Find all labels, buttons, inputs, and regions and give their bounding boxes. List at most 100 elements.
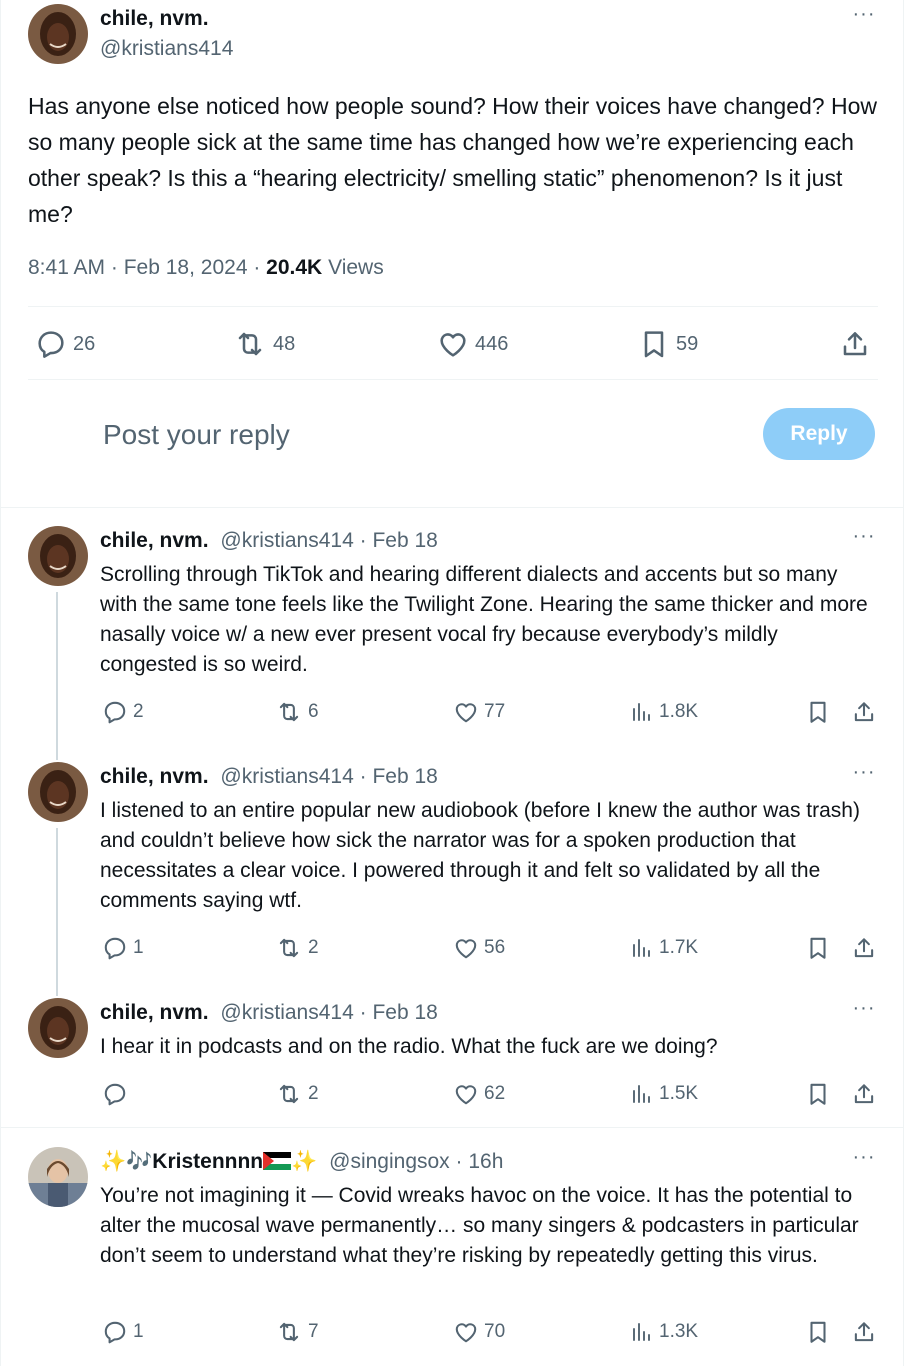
post-time[interactable]: Feb 18 — [372, 529, 437, 552]
author-name[interactable]: chile, nvm. — [100, 529, 209, 552]
reply-button[interactable]: 1 — [102, 1318, 144, 1346]
share-button[interactable] — [851, 1318, 877, 1346]
more-icon[interactable]: ··· — [851, 1147, 877, 1173]
thread-line — [56, 592, 58, 760]
views-icon — [633, 1323, 650, 1341]
like-icon — [455, 1323, 477, 1343]
post-time[interactable]: Feb 18 — [372, 765, 437, 788]
repost-count: 2 — [308, 1083, 319, 1104]
bookmark-icon — [644, 331, 664, 358]
repost-button[interactable]: 2 — [275, 934, 319, 962]
repost-icon — [279, 1084, 299, 1104]
bookmark-button[interactable]: 59 — [638, 328, 698, 360]
author-name[interactable]: chile, nvm. — [100, 765, 209, 788]
share-icon — [843, 332, 867, 356]
author-handle[interactable]: @kristians414 — [220, 765, 353, 788]
author-handle[interactable]: @kristians414 — [100, 36, 233, 62]
repost-count: 48 — [273, 332, 296, 355]
author-handle[interactable]: @kristians414 — [220, 1001, 353, 1024]
bookmark-button[interactable] — [805, 934, 831, 962]
like-button[interactable]: 56 — [453, 934, 505, 962]
views-button[interactable]: 1.8K — [629, 698, 698, 726]
reply-button[interactable]: 2 — [102, 698, 144, 726]
reply-count: 26 — [73, 332, 96, 355]
like-count: 62 — [484, 1083, 506, 1104]
reply-icon — [104, 701, 126, 724]
post-text: I listened to an entire popular new audi… — [100, 799, 860, 912]
reply-button[interactable]: 26 — [35, 328, 95, 360]
avatar[interactable] — [28, 526, 88, 586]
author-name[interactable]: chile, nvm. — [100, 1001, 209, 1024]
avatar[interactable] — [28, 4, 88, 64]
share-icon — [854, 1084, 874, 1104]
share-button[interactable] — [851, 1080, 877, 1108]
divider — [1, 1127, 904, 1128]
avatar[interactable] — [28, 1147, 88, 1207]
repost-button[interactable]: 7 — [275, 1318, 319, 1346]
author-handle[interactable]: @kristians414 — [220, 529, 353, 552]
bookmark-button[interactable] — [805, 1318, 831, 1346]
views-count: 1.7K — [659, 937, 699, 958]
post-meta: 8:41 AM · Feb 18, 2024 · 20.4K Views — [28, 256, 384, 279]
post-time[interactable]: Feb 18 — [372, 1001, 437, 1024]
repost-icon — [279, 702, 299, 722]
like-button[interactable]: 446 — [437, 328, 508, 360]
reply-submit-button[interactable]: Reply — [763, 408, 875, 460]
reply-icon — [104, 1321, 126, 1344]
views-count: 1.3K — [659, 1321, 699, 1342]
author-handle[interactable]: @singingsox — [329, 1150, 450, 1173]
post-time[interactable]: 16h — [468, 1150, 503, 1173]
author-name[interactable]: Kristennnn — [152, 1150, 263, 1173]
like-button[interactable]: 70 — [453, 1318, 505, 1346]
repost-button[interactable]: 2 — [275, 1080, 319, 1108]
share-button[interactable] — [851, 698, 877, 726]
reply-button[interactable]: 1 — [102, 934, 144, 962]
more-icon[interactable]: ··· — [851, 762, 877, 788]
repost-icon — [279, 1322, 299, 1342]
reply-count: 2 — [133, 701, 144, 722]
reply-icon — [104, 937, 126, 960]
repost-button[interactable]: 6 — [275, 698, 319, 726]
post-time[interactable]: 8:41 AM — [28, 256, 105, 279]
reply-icon — [104, 1083, 126, 1106]
like-icon — [455, 939, 477, 959]
share-button[interactable] — [851, 934, 877, 962]
post-date[interactable]: Feb 18, 2024 — [124, 256, 248, 279]
name-emoji-suffix: ✨ — [291, 1150, 318, 1173]
repost-count: 6 — [308, 701, 319, 722]
repost-count: 2 — [308, 937, 319, 958]
reply-button[interactable] — [102, 1080, 133, 1108]
share-button[interactable] — [839, 328, 871, 360]
bookmark-button[interactable] — [805, 698, 831, 726]
views-button[interactable]: 1.7K — [629, 934, 698, 962]
avatar[interactable] — [28, 998, 88, 1058]
views-button[interactable]: 1.3K — [629, 1318, 698, 1346]
more-icon[interactable]: ··· — [851, 998, 877, 1024]
bookmark-button[interactable] — [805, 1080, 831, 1108]
views-icon — [633, 703, 650, 721]
like-icon — [440, 333, 466, 357]
timeline-column: chile, nvm. @kristians414 ··· Has anyone… — [0, 0, 904, 1366]
like-button[interactable]: 77 — [453, 698, 505, 726]
more-icon[interactable]: ··· — [851, 526, 877, 552]
repost-icon — [238, 332, 262, 356]
views-button[interactable]: 1.5K — [629, 1080, 698, 1108]
share-icon — [854, 938, 874, 958]
like-count: 77 — [484, 701, 506, 722]
reply-header: chile, nvm. @kristians414 · Feb 18 — [100, 1001, 438, 1024]
like-count: 446 — [475, 332, 509, 355]
reply-header: chile, nvm. @kristians414 · Feb 18 — [100, 529, 438, 552]
author-name[interactable]: chile, nvm. — [100, 6, 209, 32]
bookmark-icon — [810, 937, 826, 959]
divider — [28, 379, 878, 380]
views-count: 1.8K — [659, 701, 699, 722]
more-icon[interactable]: ··· — [851, 4, 877, 30]
views-label: Views — [328, 256, 384, 279]
avatar[interactable] — [28, 762, 88, 822]
reply-composer-input[interactable]: Post your reply — [103, 417, 290, 453]
repost-icon — [279, 938, 299, 958]
repost-button[interactable]: 48 — [233, 328, 295, 360]
reply-count: 1 — [133, 937, 144, 958]
divider — [1, 507, 904, 508]
like-button[interactable]: 62 — [453, 1080, 505, 1108]
